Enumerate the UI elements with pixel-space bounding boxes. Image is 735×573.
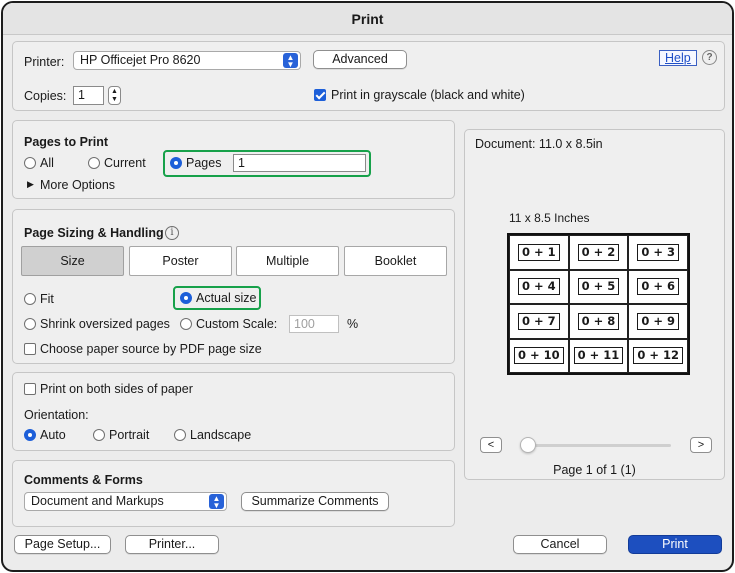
radio-actual-size-label: Actual size: [196, 291, 257, 305]
more-options-label[interactable]: More Options: [40, 177, 115, 193]
help-icon[interactable]: ?: [702, 50, 717, 65]
comments-select-value: Document and Markups: [31, 494, 164, 508]
page-sizing-title: Page Sizing & Handling: [24, 226, 164, 240]
radio-pages[interactable]: [170, 157, 182, 169]
duplex-group: Print on both sides of paper Orientation…: [12, 372, 455, 451]
preview-cell: 0 + 1: [509, 235, 569, 270]
preview-cell: 0 + 11: [568, 338, 629, 373]
pages-to-print-title: Pages to Print: [24, 135, 109, 149]
grayscale-checkbox[interactable]: [314, 89, 326, 101]
print-button[interactable]: Print: [628, 535, 722, 554]
printer-select-value: HP Officejet Pro 8620: [80, 53, 201, 67]
paper-source-label: Choose paper source by PDF page size: [40, 342, 262, 356]
radio-custom-scale[interactable]: [180, 318, 192, 330]
radio-portrait[interactable]: [93, 429, 105, 441]
printer-group: Printer: HP Officejet Pro 8620 ▲ ▼ Advanc…: [12, 41, 725, 111]
radio-shrink[interactable]: [24, 318, 36, 330]
radio-auto-label: Auto: [40, 428, 66, 442]
radio-landscape-label: Landscape: [190, 428, 252, 442]
next-page-button[interactable]: >: [690, 437, 712, 453]
preview-cell: 0 + 9: [628, 304, 688, 339]
tab-booklet[interactable]: Booklet: [344, 246, 447, 276]
printer-label: Printer:: [24, 55, 65, 69]
cancel-button[interactable]: Cancel: [513, 535, 607, 554]
advanced-button[interactable]: Advanced: [313, 50, 407, 69]
document-size: Document: 11.0 x 8.5in: [475, 137, 603, 151]
grayscale-label: Print in grayscale (black and white): [331, 88, 525, 102]
page-slider-track[interactable]: [525, 444, 671, 447]
pages-input[interactable]: 1: [233, 154, 366, 172]
paper-source-checkbox[interactable]: [24, 343, 36, 355]
radio-current-label: Current: [104, 156, 146, 170]
radio-shrink-label: Shrink oversized pages: [40, 317, 170, 331]
page-indicator: Page 1 of 1 (1): [553, 463, 636, 477]
both-sides-label: Print on both sides of paper: [40, 382, 193, 396]
radio-current[interactable]: [88, 157, 100, 169]
custom-scale-input[interactable]: 100: [289, 315, 339, 333]
pages-to-print-group: Pages to Print All Current Pages 1 ▶ Mor…: [12, 120, 455, 199]
preview-cell: 0 + 5: [568, 269, 629, 304]
page-slider-thumb[interactable]: [520, 437, 536, 453]
preview-cell: 0 + 12: [628, 338, 688, 373]
preview-cell: 0 + 6: [628, 269, 688, 304]
preview-cell: 0 + 10: [509, 338, 569, 373]
page-setup-button[interactable]: Page Setup...: [14, 535, 111, 554]
prev-page-button[interactable]: <: [480, 437, 502, 453]
tab-size[interactable]: Size: [21, 246, 124, 276]
info-icon[interactable]: i: [165, 226, 179, 240]
preview-cell: 0 + 4: [509, 269, 569, 304]
both-sides-checkbox[interactable]: [24, 383, 36, 395]
select-arrows-icon: ▲ ▼: [283, 53, 298, 69]
comments-forms-title: Comments & Forms: [24, 473, 143, 487]
radio-fit[interactable]: [24, 293, 36, 305]
radio-auto[interactable]: [24, 429, 36, 441]
comments-select[interactable]: Document and Markups ▲ ▼: [24, 492, 227, 511]
select-arrows-icon: ▲ ▼: [209, 494, 224, 510]
radio-portrait-label: Portrait: [109, 428, 150, 442]
radio-actual-size[interactable]: [180, 292, 192, 304]
comments-forms-group: Comments & Forms Document and Markups ▲ ▼…: [12, 460, 455, 527]
tab-multiple[interactable]: Multiple: [236, 246, 339, 276]
preview-cell: 0 + 3: [628, 235, 688, 270]
summarize-comments-button[interactable]: Summarize Comments: [241, 492, 389, 511]
paper-size-label: 11 x 8.5 Inches: [509, 211, 590, 225]
copies-input[interactable]: 1: [73, 86, 104, 105]
help-link[interactable]: Help: [659, 50, 697, 66]
radio-all-label: All: [40, 156, 54, 170]
radio-all[interactable]: [24, 157, 36, 169]
tab-poster[interactable]: Poster: [129, 246, 232, 276]
print-dialog: Print Printer: HP Officejet Pro 8620 ▲ ▼ …: [1, 1, 734, 572]
radio-landscape[interactable]: [174, 429, 186, 441]
orientation-label: Orientation:: [24, 408, 89, 422]
copies-stepper[interactable]: ▲ ▼: [108, 86, 121, 105]
window-title: Print: [3, 3, 732, 35]
percent-label: %: [347, 317, 359, 331]
page-sizing-group: Page Sizing & Handling i Size Poster Mul…: [12, 209, 455, 364]
printer-button[interactable]: Printer...: [125, 535, 219, 554]
printer-select[interactable]: HP Officejet Pro 8620 ▲ ▼: [73, 51, 301, 70]
copies-label: Copies:: [24, 89, 67, 103]
radio-custom-scale-label: Custom Scale:: [196, 317, 278, 331]
preview-group: Document: 11.0 x 8.5in 11 x 8.5 Inches 0…: [464, 129, 725, 480]
page-preview: 0 + 1 0 + 2 0 + 3 0 + 4 0 + 5 0 + 6 0 + …: [507, 233, 690, 375]
preview-cell: 0 + 8: [568, 304, 629, 339]
radio-fit-label: Fit: [40, 292, 54, 306]
preview-cell: 0 + 7: [509, 304, 569, 339]
disclosure-triangle-icon[interactable]: ▶: [27, 179, 34, 190]
preview-cell: 0 + 2: [568, 235, 629, 270]
radio-pages-label: Pages: [186, 156, 222, 170]
